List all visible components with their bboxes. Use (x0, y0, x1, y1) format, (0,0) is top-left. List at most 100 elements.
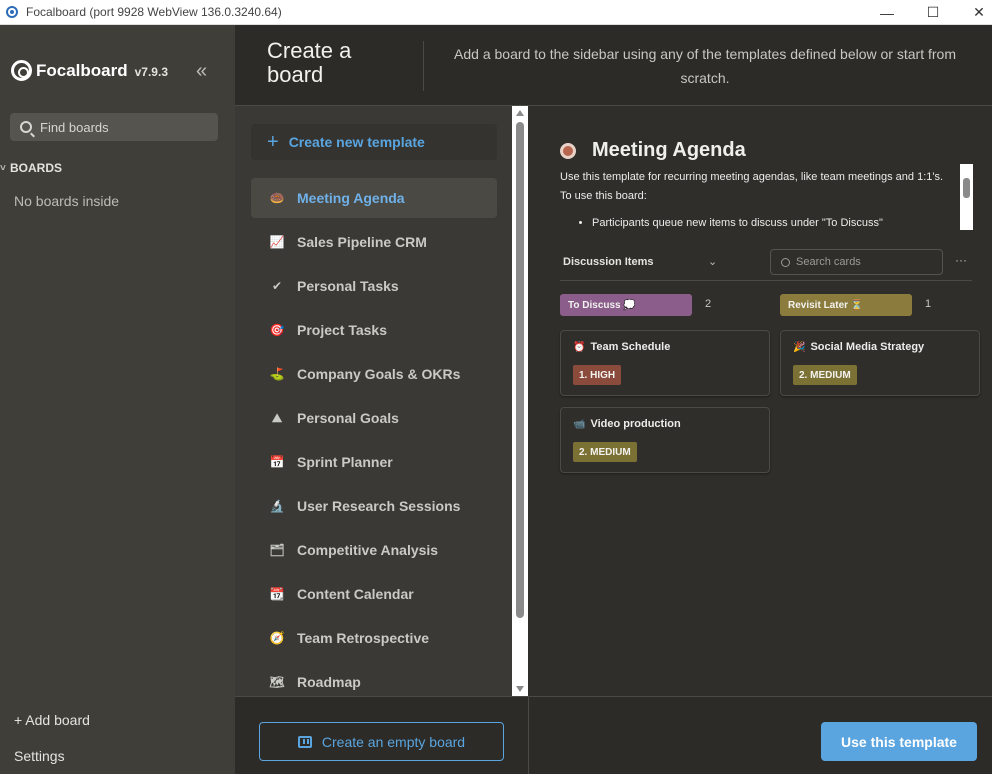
description-scrollbar-thumb[interactable] (963, 178, 970, 198)
calendar-icon: 📆 (269, 587, 285, 601)
boards-header-label: BOARDS (10, 161, 63, 175)
template-list: + Create new template 🍩 Meeting Agenda 📈 Sa… (235, 106, 512, 696)
chevron-down-icon[interactable]: ⌄ (708, 255, 717, 268)
header-divider (423, 41, 424, 91)
app-logo: Focalboard v7.9.3 (11, 60, 168, 81)
template-label: Competitive Analysis (297, 542, 439, 558)
collapse-sidebar-icon[interactable]: « (196, 61, 216, 81)
column-count-revisit-later: 1 (925, 298, 932, 310)
template-item[interactable]: 🗺 Roadmap (251, 662, 497, 696)
board-card[interactable]: ⏰ Team Schedule 1. HIGH (560, 330, 770, 396)
card-title: Social Media Strategy (810, 341, 925, 353)
chevron-down-icon: ˅ (0, 162, 6, 174)
template-item[interactable]: ⛳ Company Goals & OKRs (251, 354, 497, 394)
description-line-2: To use this board: (560, 190, 647, 202)
checkmark-icon: ✔ (271, 279, 283, 293)
create-empty-board-button[interactable]: Create an empty board (259, 722, 504, 761)
create-empty-board-label: Create an empty board (321, 733, 466, 750)
card-title: Team Schedule (590, 341, 671, 353)
focalboard-app-icon (6, 6, 18, 18)
column-count-to-discuss: 2 (705, 298, 712, 310)
template-label: Team Retrospective (297, 630, 430, 646)
template-list-scrollbar[interactable] (512, 106, 528, 696)
microscope-icon: 🔬 (269, 499, 285, 513)
template-item[interactable]: 🎯 Project Tasks (251, 310, 497, 350)
preview-title: Meeting Agenda (560, 139, 746, 162)
footer-divider (528, 697, 529, 774)
template-label: Personal Tasks (297, 278, 399, 294)
dialog-header: Create a board Add a board to the sideba… (235, 25, 992, 106)
template-item[interactable]: 🗂 Competitive Analysis (251, 530, 497, 570)
dialog-title: Create a board (267, 38, 352, 87)
scroll-up-arrow-icon[interactable] (516, 110, 524, 116)
no-boards-text: No boards inside (14, 193, 120, 209)
preview-description: Use this template for recurring meeting … (560, 168, 960, 233)
create-board-dialog: Create a board Add a board to the sideba… (235, 25, 992, 774)
board-view-toolbar: Discussion Items ⌄ Search cards ··· (560, 249, 972, 281)
board-card[interactable]: 🎉 Social Media Strategy 2. MEDIUM (780, 330, 980, 396)
app-version: v7.9.3 (134, 65, 168, 79)
focalboard-logo-icon (11, 60, 32, 81)
video-camera-icon: 📹 (573, 418, 586, 430)
chart-icon: 📈 (269, 235, 285, 249)
description-scrollbar[interactable] (960, 164, 973, 230)
add-board-button[interactable]: + Add board (14, 712, 90, 728)
template-item[interactable]: ✔ Personal Tasks (251, 266, 497, 306)
window-title: Focalboard (port 9928 WebView 136.0.3240… (26, 5, 282, 19)
create-new-template-label: Create new template (288, 134, 425, 150)
search-cards-placeholder: Search cards (796, 256, 861, 268)
priority-badge: 2. MEDIUM (573, 442, 637, 462)
minimize-button[interactable]: — (864, 0, 910, 25)
template-label: Personal Goals (297, 410, 399, 426)
find-boards-label: Find boards (40, 119, 109, 135)
find-boards-button[interactable]: Find boards (10, 113, 218, 141)
plus-icon: + (267, 130, 279, 153)
template-label: Meeting Agenda (297, 190, 405, 206)
priority-badge: 1. HIGH (573, 365, 622, 385)
search-icon (20, 121, 32, 133)
card-title: Video production (590, 418, 681, 430)
app-name: Focalboard (36, 60, 128, 80)
scroll-down-arrow-icon[interactable] (516, 686, 524, 692)
template-label: Sales Pipeline CRM (297, 234, 427, 250)
sidebar: Focalboard v7.9.3 « Find boards ˅ BOARDS… (0, 25, 235, 774)
template-item[interactable]: 🧭 Team Retrospective (251, 618, 497, 658)
more-options-icon[interactable]: ··· (955, 253, 967, 267)
close-button[interactable]: ✕ (956, 0, 992, 25)
description-line-1: Use this template for recurring meeting … (560, 171, 944, 183)
template-item[interactable]: 🍩 Meeting Agenda (251, 178, 497, 218)
view-selector[interactable]: Discussion Items (563, 256, 653, 268)
folder-icon: 🗂 (269, 543, 285, 557)
template-label: User Research Sessions (297, 498, 461, 514)
template-item[interactable]: 🔬 User Research Sessions (251, 486, 497, 526)
template-preview: Meeting Agenda Use this template for rec… (528, 106, 992, 696)
maximize-button[interactable]: ☐ (910, 0, 956, 25)
mountain-icon: ⛰ (271, 410, 283, 425)
map-icon: 🗺 (269, 675, 285, 689)
template-label: Roadmap (297, 674, 361, 690)
template-label: Project Tasks (297, 322, 388, 338)
settings-button[interactable]: Settings (14, 748, 65, 764)
description-bullet-1: Participants queue new items to discuss … (592, 214, 960, 233)
compass-icon: 🧭 (269, 631, 285, 645)
scrollbar-thumb[interactable] (516, 122, 524, 618)
template-item[interactable]: ⛰ Personal Goals (251, 398, 497, 438)
column-header-to-discuss: To Discuss 💭 (560, 294, 692, 316)
template-item[interactable]: 📅 Sprint Planner (251, 442, 497, 482)
create-new-template-button[interactable]: + Create new template (251, 124, 497, 160)
boards-section-header[interactable]: ˅ BOARDS (0, 161, 62, 175)
search-icon (781, 257, 790, 267)
template-label: Sprint Planner (297, 454, 393, 470)
template-item[interactable]: 📈 Sales Pipeline CRM (251, 222, 497, 262)
template-item[interactable]: 📆 Content Calendar (251, 574, 497, 614)
board-card[interactable]: 📹 Video production 2. MEDIUM (560, 407, 770, 473)
board-icon (297, 735, 312, 748)
target-icon: 🎯 (269, 323, 285, 337)
alarm-clock-icon: ⏰ (573, 341, 586, 353)
use-template-button[interactable]: Use this template (821, 722, 977, 761)
donut-icon: 🍩 (269, 191, 285, 205)
search-cards-input[interactable]: Search cards (770, 249, 943, 275)
template-label: Content Calendar (297, 586, 414, 602)
priority-badge: 2. MEDIUM (793, 365, 857, 385)
preview-title-text: Meeting Agenda (592, 139, 746, 161)
